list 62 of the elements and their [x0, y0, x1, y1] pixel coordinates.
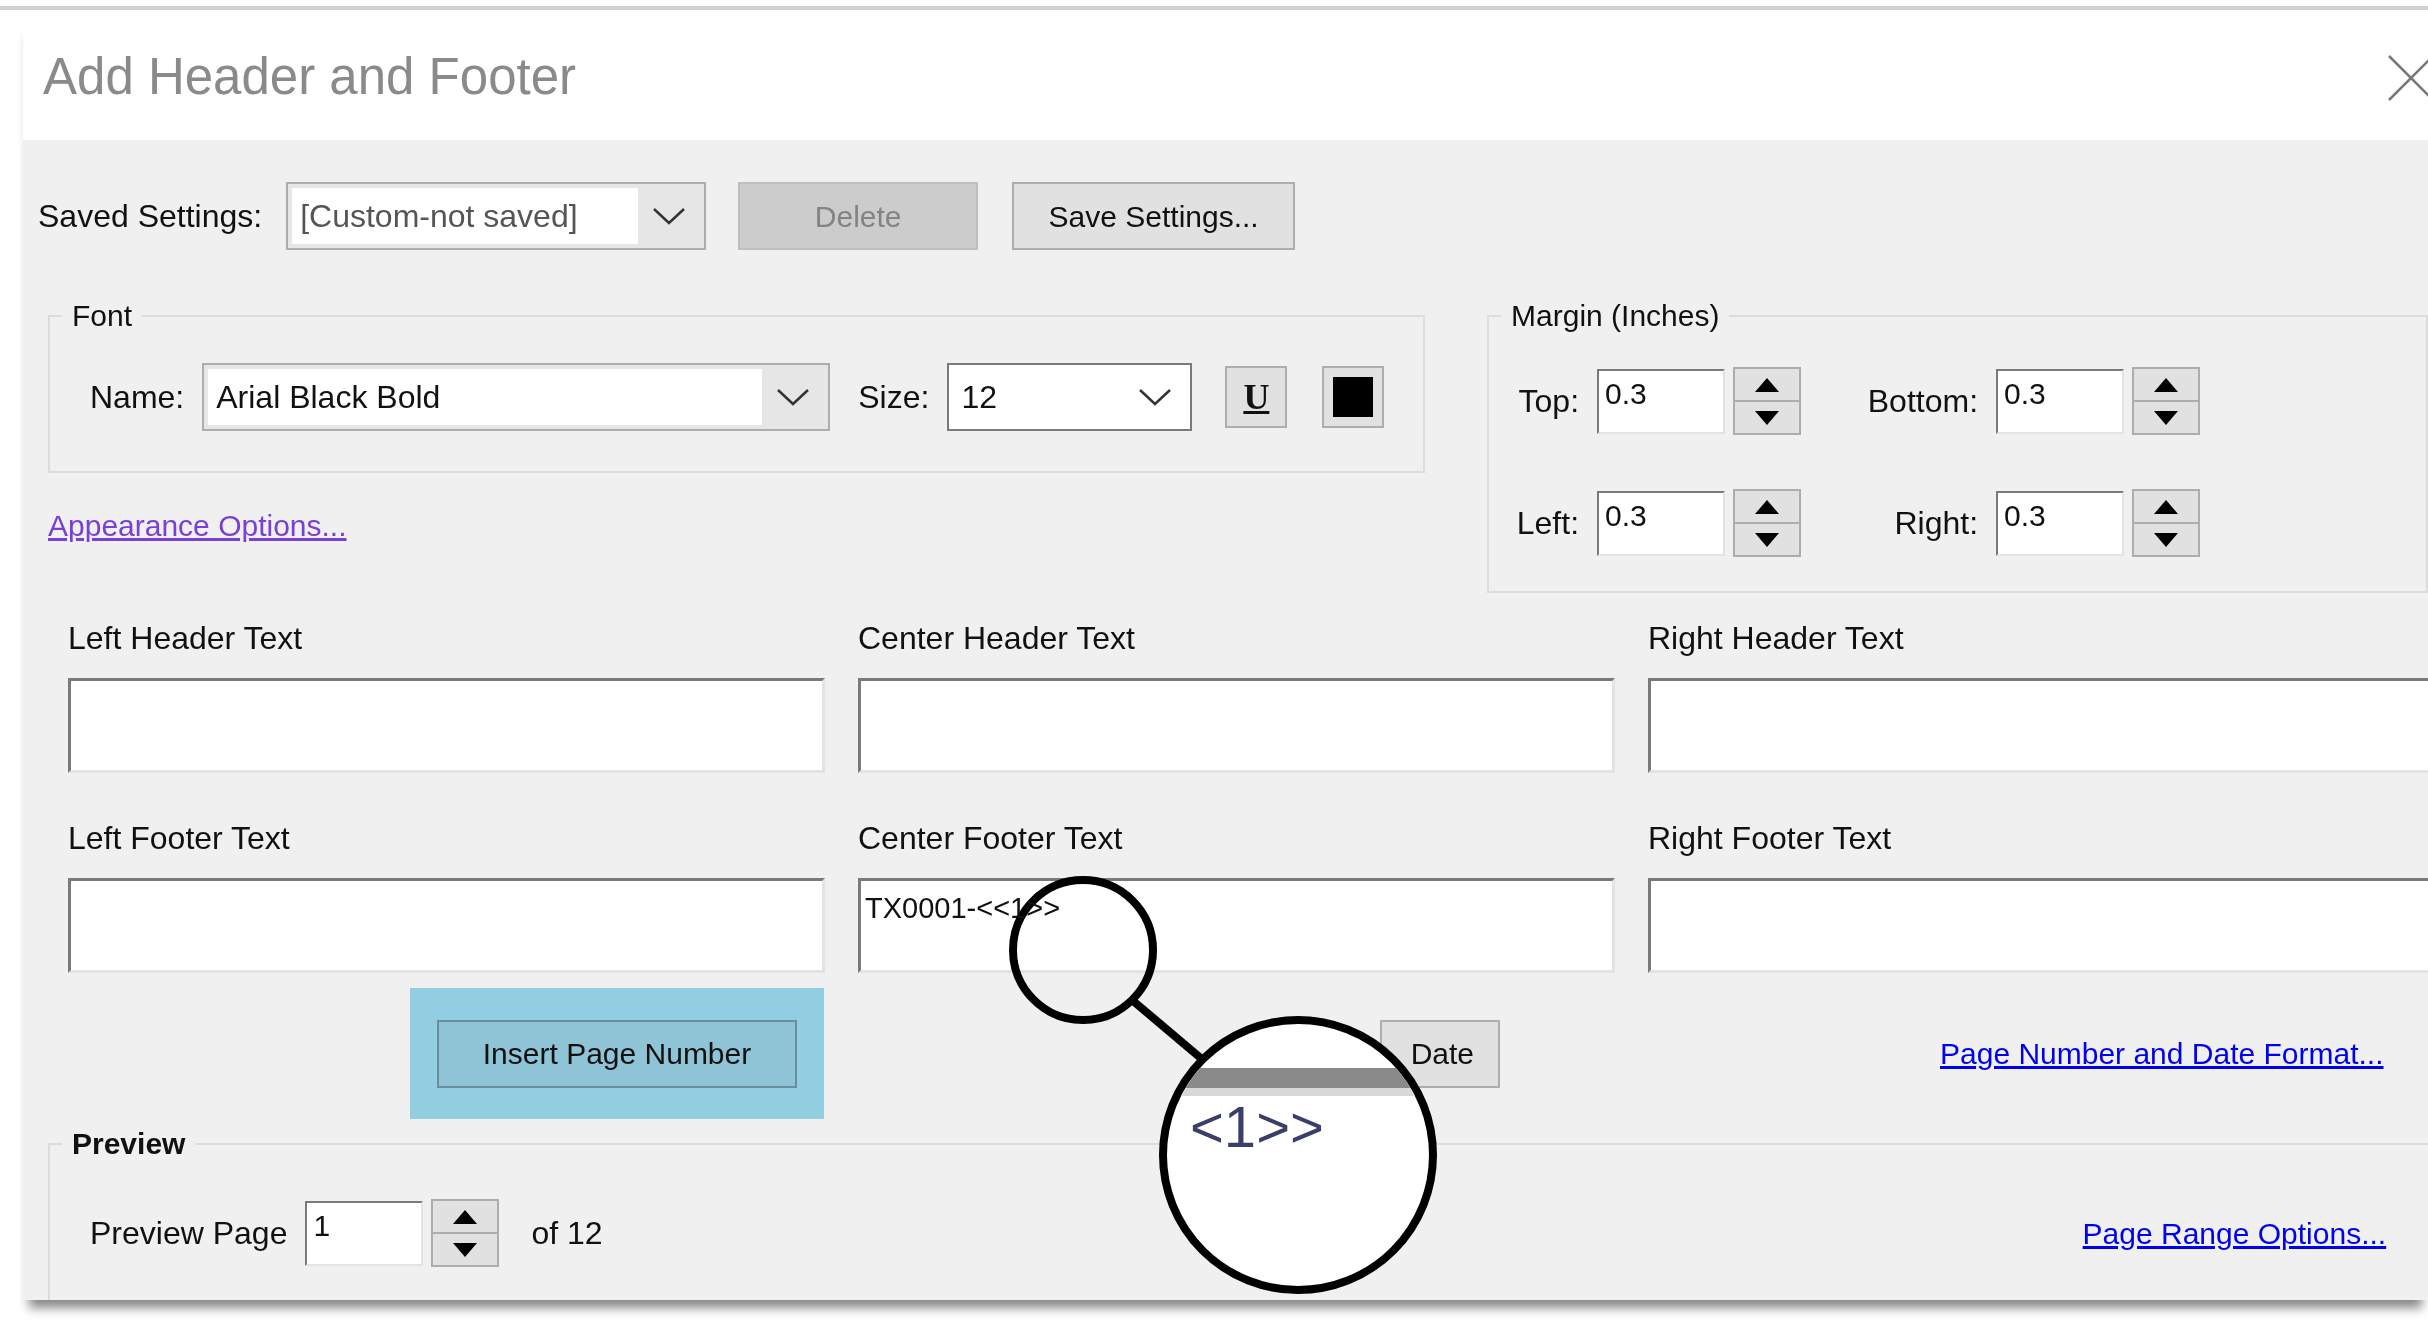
- field-label: Saved Settings:: [38, 197, 263, 236]
- group-legend: Preview: [62, 1129, 196, 1159]
- group-legend: Font: [62, 301, 143, 331]
- text-input[interactable]: [68, 878, 825, 973]
- field-label: Right Header Text: [1648, 619, 1905, 658]
- spin-button[interactable]: [2132, 489, 2201, 557]
- field-label: Left Header Text: [68, 619, 304, 658]
- text-input[interactable]: [68, 678, 825, 773]
- page-input[interactable]: 1: [305, 1200, 424, 1266]
- spin-button[interactable]: [1733, 489, 1802, 557]
- appearance-options-link[interactable]: Appearance Options...: [48, 503, 347, 548]
- down-arrow-icon: [1754, 409, 1781, 426]
- text-input[interactable]: [858, 678, 1615, 773]
- field-label: Name:: [90, 378, 185, 417]
- up-arrow-icon: [2153, 376, 2180, 393]
- close-icon: [2386, 52, 2428, 103]
- magnified-text: <1>>: [1190, 1098, 1324, 1156]
- margin-input[interactable]: 0.3: [1597, 490, 1726, 556]
- field-label: Center Header Text: [858, 619, 1136, 658]
- caret-icon: [776, 387, 811, 407]
- page-range-link[interactable]: Page Range Options...: [2082, 1210, 2387, 1256]
- group-legend: Margin (Inches): [1501, 301, 1730, 331]
- date-format-link[interactable]: Page Number and Date Format...: [1940, 1031, 2384, 1076]
- margin-input[interactable]: 0.3: [1597, 368, 1726, 434]
- window-title: Add Header and Footer: [43, 47, 576, 108]
- margin-input[interactable]: 0.3: [1996, 490, 2125, 556]
- text-input[interactable]: [1648, 678, 2428, 773]
- field-label: Left Footer Text: [68, 819, 291, 858]
- saved-settings-dropdown[interactable]: [Custom-not saved]: [286, 182, 707, 250]
- spin-button[interactable]: [2132, 367, 2201, 435]
- caret-icon: [1138, 387, 1173, 407]
- down-arrow-icon: [2153, 531, 2180, 548]
- field-label: Size:: [858, 378, 930, 417]
- spin-button[interactable]: [1733, 367, 1802, 435]
- page-count: of 12: [531, 1214, 603, 1253]
- field-label: Bottom:: [1866, 382, 1979, 421]
- field-label: Top:: [1517, 382, 1580, 421]
- text-input[interactable]: [1648, 878, 2428, 973]
- field-label: Preview Page: [90, 1214, 288, 1253]
- down-arrow-icon: [1754, 531, 1781, 548]
- color-button[interactable]: [1322, 366, 1385, 428]
- up-arrow-icon: [1754, 498, 1781, 515]
- field-label: Center Footer Text: [858, 819, 1124, 858]
- up-arrow-icon: [2153, 498, 2180, 515]
- field-label: Left:: [1515, 504, 1580, 543]
- font-name-dropdown[interactable]: Arial Black Bold: [202, 363, 831, 431]
- dropdown-value: [Custom-not saved]: [292, 188, 639, 244]
- spin-button[interactable]: [431, 1199, 500, 1267]
- settings-button[interactable]: Save Settings...: [1012, 182, 1296, 250]
- field-label: Right Footer Text: [1648, 819, 1893, 858]
- down-arrow-icon: [2153, 409, 2180, 426]
- down-arrow-icon: [452, 1241, 479, 1258]
- up-arrow-icon: [452, 1208, 479, 1225]
- font-size-dropdown[interactable]: 12: [947, 363, 1193, 431]
- caret-icon: [652, 206, 687, 226]
- color-swatch: [1333, 377, 1374, 417]
- up-arrow-icon: [1754, 376, 1781, 393]
- margin-input[interactable]: 0.3: [1996, 368, 2125, 434]
- dropdown-value: Arial Black Bold: [208, 369, 763, 425]
- underline-button[interactable]: U: [1225, 366, 1288, 428]
- field-label: Right:: [1893, 504, 1979, 543]
- insert-button[interactable]: Insert Page Number: [437, 1019, 797, 1088]
